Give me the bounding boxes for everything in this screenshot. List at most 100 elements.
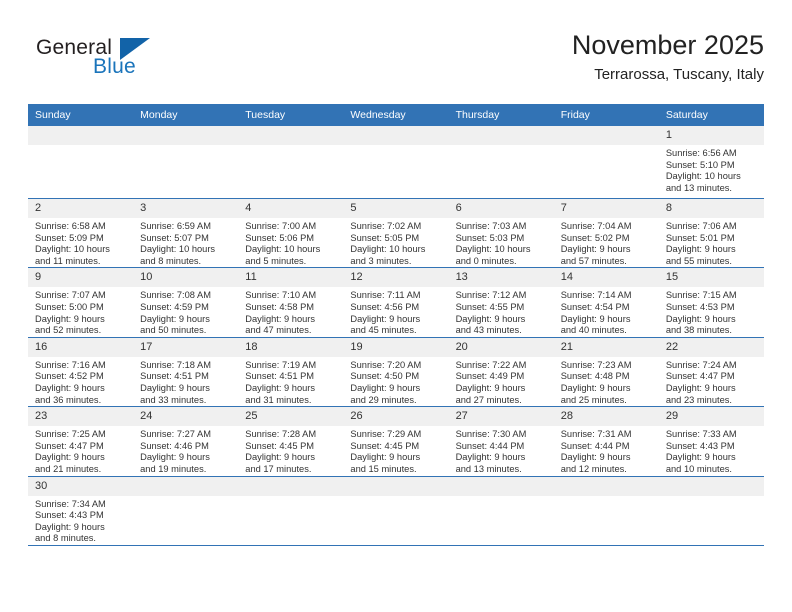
day-sunset-text: Sunset: 5:05 PM <box>350 232 420 243</box>
day-sunset-text: Sunset: 5:01 PM <box>665 232 735 243</box>
day-daylight-1-text: Daylight: 9 hours <box>455 313 526 324</box>
day-sun-info: Sunrise: 7:30 AM Sunset: 4:44 PM Daylight:… <box>449 426 554 475</box>
calendar-day-cell[interactable]: 2 Sunrise: 6:58 AM Sunset: 5:09 PM Daylight… <box>28 198 134 269</box>
calendar-day-cell[interactable]: 13 Sunrise: 7:12 AM Sunset: 4:55 PM Dayligh… <box>448 267 554 338</box>
day-number: 28 <box>553 407 659 427</box>
day-number <box>133 476 239 496</box>
day-daylight-1-text: Daylight: 9 hours <box>350 452 421 463</box>
calendar-day-cell[interactable]: 30 Sunrise: 7:34 AM Sunset: 4:43 PM Dayligh… <box>28 476 134 546</box>
day-number <box>343 126 449 145</box>
day-sun-info: Sunrise: 7:06 AM Sunset: 5:01 PM Daylight:… <box>659 218 764 267</box>
calendar-day-cell[interactable]: 26 Sunrise: 7:29 AM Sunset: 4:45 PM Dayligh… <box>343 406 449 477</box>
day-daylight-1-text: Daylight: 9 hours <box>35 452 105 463</box>
day-daylight-1-text: Daylight: 9 hours <box>560 244 631 255</box>
calendar-day-cell[interactable]: 25 Sunrise: 7:28 AM Sunset: 4:45 PM Dayligh… <box>238 406 344 477</box>
calendar-day-cell[interactable]: 14 Sunrise: 7:14 AM Sunset: 4:54 PM Dayligh… <box>553 267 659 338</box>
day-number: 17 <box>133 337 239 357</box>
calendar-day-cell[interactable]: 28 Sunrise: 7:31 AM Sunset: 4:44 PM Dayligh… <box>553 406 659 477</box>
calendar-day-cell[interactable]: 6 Sunrise: 7:03 AM Sunset: 5:03 PM Daylight… <box>448 198 554 269</box>
day-sunset-text: Sunset: 4:54 PM <box>560 301 630 312</box>
calendar-day-cell[interactable]: 8 Sunrise: 7:06 AM Sunset: 5:01 PM Daylight… <box>658 198 764 269</box>
day-daylight-1-text: Daylight: 10 hours <box>350 244 426 255</box>
brand-logo[interactable]: General Blue <box>36 36 216 88</box>
day-sunrise-text: Sunrise: 7:04 AM <box>560 221 632 231</box>
day-daylight-2-text: and 31 minutes. <box>245 394 312 405</box>
page-header: General Blue November 2025 Terrarossa, T… <box>28 28 764 94</box>
day-daylight-2-text: and 27 minutes. <box>455 394 522 405</box>
day-daylight-2-text: and 29 minutes. <box>350 394 417 405</box>
day-daylight-2-text: and 57 minutes. <box>560 255 627 266</box>
day-daylight-1-text: Daylight: 9 hours <box>665 313 736 324</box>
day-sunset-text: Sunset: 4:48 PM <box>560 371 630 382</box>
weekday-header-row: Sunday Monday Tuesday Wednesday Thursday… <box>28 104 764 126</box>
day-number: 29 <box>658 407 764 427</box>
day-number <box>28 126 134 145</box>
day-sunset-text: Sunset: 4:50 PM <box>350 371 420 382</box>
day-sunset-text: Sunset: 4:52 PM <box>35 371 104 382</box>
calendar-day-cell[interactable]: 11 Sunrise: 7:10 AM Sunset: 4:58 PM Dayligh… <box>238 267 344 338</box>
day-daylight-2-text: and 10 minutes. <box>665 463 732 474</box>
calendar-empty-cell <box>553 126 659 199</box>
calendar-day-cell[interactable]: 17 Sunrise: 7:18 AM Sunset: 4:51 PM Dayligh… <box>133 337 239 408</box>
day-sunrise-text: Sunrise: 7:06 AM <box>665 221 737 231</box>
day-sunrise-text: Sunrise: 7:34 AM <box>35 498 106 509</box>
day-sun-info: Sunrise: 7:19 AM Sunset: 4:51 PM Daylight:… <box>238 357 343 406</box>
calendar-day-cell[interactable]: 4 Sunrise: 7:00 AM Sunset: 5:06 PM Daylight… <box>238 198 344 269</box>
day-sun-info: Sunrise: 7:25 AM Sunset: 4:47 PM Daylight:… <box>28 426 133 475</box>
calendar-day-cell[interactable]: 3 Sunrise: 6:59 AM Sunset: 5:07 PM Daylight… <box>133 198 239 269</box>
day-number: 12 <box>343 268 449 288</box>
calendar-day-cell[interactable]: 20 Sunrise: 7:22 AM Sunset: 4:49 PM Dayligh… <box>448 337 554 408</box>
day-sunrise-text: Sunrise: 6:56 AM <box>665 148 737 158</box>
calendar-day-cell[interactable]: 5 Sunrise: 7:02 AM Sunset: 5:05 PM Daylight… <box>343 198 449 269</box>
calendar-day-cell[interactable]: 21 Sunrise: 7:23 AM Sunset: 4:48 PM Dayligh… <box>553 337 659 408</box>
weekday-header-monday: Monday <box>133 104 239 126</box>
calendar-day-cell[interactable]: 24 Sunrise: 7:27 AM Sunset: 4:46 PM Dayligh… <box>133 406 239 477</box>
calendar-day-cell[interactable]: 27 Sunrise: 7:30 AM Sunset: 4:44 PM Dayligh… <box>448 406 554 477</box>
day-sunset-text: Sunset: 4:44 PM <box>560 440 630 451</box>
day-sunset-text: Sunset: 5:09 PM <box>35 232 104 243</box>
calendar-day-cell[interactable]: 23 Sunrise: 7:25 AM Sunset: 4:47 PM Dayligh… <box>28 406 134 477</box>
calendar-day-cell[interactable]: 29 Sunrise: 7:33 AM Sunset: 4:43 PM Dayligh… <box>658 406 764 477</box>
calendar-day-cell[interactable]: 12 Sunrise: 7:11 AM Sunset: 4:56 PM Dayligh… <box>343 267 449 338</box>
day-sunset-text: Sunset: 4:45 PM <box>350 440 420 451</box>
day-number <box>133 126 239 145</box>
calendar-day-cell[interactable]: 7 Sunrise: 7:04 AM Sunset: 5:02 PM Daylight… <box>553 198 659 269</box>
day-daylight-2-text: and 19 minutes. <box>140 463 207 474</box>
day-sunset-text: Sunset: 4:43 PM <box>665 440 735 451</box>
day-number: 25 <box>238 407 344 427</box>
calendar-day-cell[interactable]: 10 Sunrise: 7:08 AM Sunset: 4:59 PM Dayligh… <box>133 267 239 338</box>
calendar-week-row: 9 Sunrise: 7:07 AM Sunset: 5:00 PM Daylight… <box>28 267 764 338</box>
calendar-day-cell[interactable]: 15 Sunrise: 7:15 AM Sunset: 4:53 PM Dayligh… <box>658 267 764 338</box>
day-sunrise-text: Sunrise: 7:12 AM <box>455 290 527 301</box>
day-sun-info: Sunrise: 7:33 AM Sunset: 4:43 PM Daylight:… <box>659 426 764 475</box>
day-number: 7 <box>553 199 659 218</box>
calendar-day-cell[interactable]: 16 Sunrise: 7:16 AM Sunset: 4:52 PM Dayligh… <box>28 337 134 408</box>
day-number: 10 <box>133 268 239 288</box>
day-daylight-1-text: Daylight: 10 hours <box>245 244 321 255</box>
day-daylight-2-text: and 38 minutes. <box>665 325 732 336</box>
day-daylight-1-text: Daylight: 9 hours <box>560 452 631 463</box>
day-daylight-2-text: and 12 minutes. <box>560 463 627 474</box>
day-number: 24 <box>133 407 239 427</box>
day-sunrise-text: Sunrise: 7:31 AM <box>560 429 632 440</box>
day-daylight-2-text: and 45 minutes. <box>350 325 417 336</box>
day-number <box>448 476 554 496</box>
day-number <box>658 476 764 496</box>
day-number: 30 <box>28 476 134 496</box>
day-daylight-1-text: Daylight: 9 hours <box>665 244 736 255</box>
calendar-day-cell[interactable]: 18 Sunrise: 7:19 AM Sunset: 4:51 PM Dayligh… <box>238 337 344 408</box>
calendar-day-cell[interactable]: 22 Sunrise: 7:24 AM Sunset: 4:47 PM Dayligh… <box>658 337 764 408</box>
day-sunset-text: Sunset: 4:47 PM <box>35 440 104 451</box>
day-number <box>448 126 554 145</box>
day-sunset-text: Sunset: 5:07 PM <box>140 232 209 243</box>
day-sunrise-text: Sunrise: 7:10 AM <box>245 290 317 301</box>
day-daylight-1-text: Daylight: 9 hours <box>35 382 105 393</box>
calendar-day-cell[interactable]: 19 Sunrise: 7:20 AM Sunset: 4:50 PM Dayligh… <box>343 337 449 408</box>
calendar-day-cell[interactable]: 1 Sunrise: 6:56 AM Sunset: 5:10 PM Daylight… <box>658 126 764 199</box>
day-daylight-2-text: and 50 minutes. <box>140 325 207 336</box>
day-daylight-2-text: and 23 minutes. <box>665 394 732 405</box>
calendar-day-cell[interactable]: 9 Sunrise: 7:07 AM Sunset: 5:00 PM Daylight… <box>28 267 134 338</box>
day-number: 15 <box>658 268 764 288</box>
day-sunrise-text: Sunrise: 7:29 AM <box>350 429 422 440</box>
day-sunrise-text: Sunrise: 7:19 AM <box>245 359 317 370</box>
